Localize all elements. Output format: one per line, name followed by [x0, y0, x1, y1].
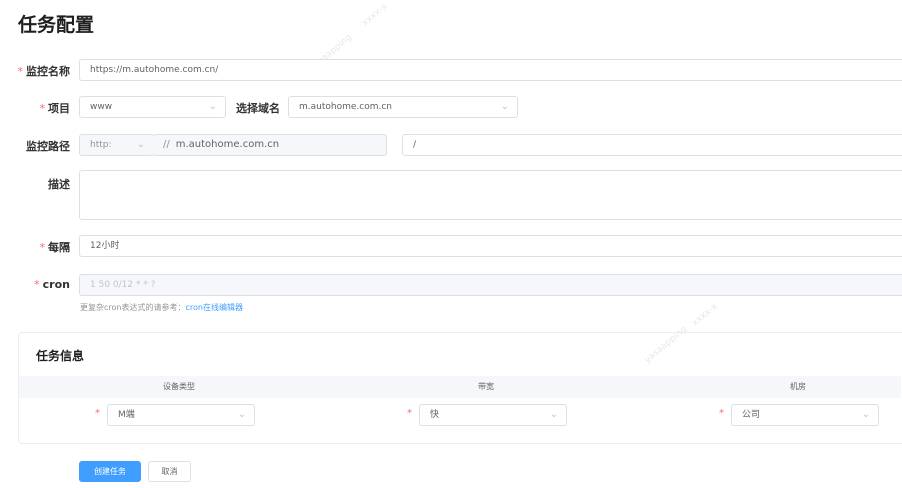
task-info-table-header: 设备类型 带宽 机房 [19, 376, 901, 398]
chevron-down-icon: ⌄ [208, 101, 217, 112]
chevron-down-icon: ⌄ [549, 409, 558, 420]
monitor-name-input[interactable]: https://m.autohome.com.cn/ [79, 59, 902, 81]
chevron-down-icon: ⌄ [500, 101, 509, 112]
path-input[interactable]: / [402, 134, 902, 156]
chevron-down-icon: ⌄ [136, 139, 145, 150]
task-info-title: 任务信息 [36, 349, 85, 363]
chevron-down-icon: ⌄ [861, 409, 870, 420]
description-textarea[interactable] [79, 170, 902, 220]
bandwidth-value: 快 [430, 410, 440, 420]
watermark: xxxx-x [360, 1, 390, 29]
domain-select-label: 选择域名 [236, 102, 280, 115]
chevron-down-icon: ⌄ [237, 409, 246, 420]
device-type-select[interactable]: M端 ⌄ [107, 404, 255, 426]
protocol-select[interactable]: http: ⌄ [79, 134, 154, 156]
column-header-datacenter: 机房 [790, 382, 806, 391]
column-header-device-type: 设备类型 [163, 382, 195, 391]
required-mark: * [17, 65, 24, 78]
required-mark: * [407, 408, 412, 419]
project-select-value: www [90, 102, 113, 112]
description-label: 描述 [48, 178, 70, 191]
protocol-value: http: [90, 140, 112, 150]
bandwidth-select[interactable]: 快 ⌄ [419, 404, 567, 426]
required-mark: * [34, 278, 40, 291]
cron-editor-link[interactable]: cron在线编辑器 [185, 303, 242, 312]
monitor-path-label: 监控路径 [26, 140, 70, 153]
cron-hint-text: 更复杂cron表达式的请参考： [80, 303, 186, 312]
host-display: // m.autohome.com.cn [153, 134, 387, 156]
domain-select-value: m.autohome.com.cn [299, 102, 392, 112]
required-mark: * [95, 408, 100, 419]
interval-input[interactable]: 12小时 [79, 235, 902, 257]
monitor-name-label: * 监控名称 [17, 65, 71, 78]
cron-label: * cron [34, 278, 70, 291]
path-separator: // [163, 139, 170, 150]
interval-label: * 每隔 [39, 241, 71, 254]
project-label: * 项目 [39, 102, 71, 115]
datacenter-select[interactable]: 公司 ⌄ [731, 404, 879, 426]
watermark: xxxx-x [690, 301, 720, 329]
column-header-bandwidth: 带宽 [478, 382, 494, 391]
device-type-value: M端 [118, 410, 135, 420]
required-mark: * [39, 241, 46, 254]
host-value: m.autohome.com.cn [175, 139, 280, 150]
required-mark: * [719, 408, 724, 419]
cancel-button[interactable]: 取消 [148, 461, 191, 482]
cron-input[interactable]: 1 50 0/12 * * ? [79, 274, 902, 296]
domain-select[interactable]: m.autohome.com.cn ⌄ [288, 96, 518, 118]
project-select[interactable]: www ⌄ [79, 96, 226, 118]
create-task-button[interactable]: 创建任务 [79, 461, 141, 482]
required-mark: * [39, 102, 46, 115]
cron-hint: 更复杂cron表达式的请参考：cron在线编辑器 [80, 302, 243, 313]
page-title: 任务配置 [18, 14, 95, 36]
datacenter-value: 公司 [742, 410, 761, 420]
